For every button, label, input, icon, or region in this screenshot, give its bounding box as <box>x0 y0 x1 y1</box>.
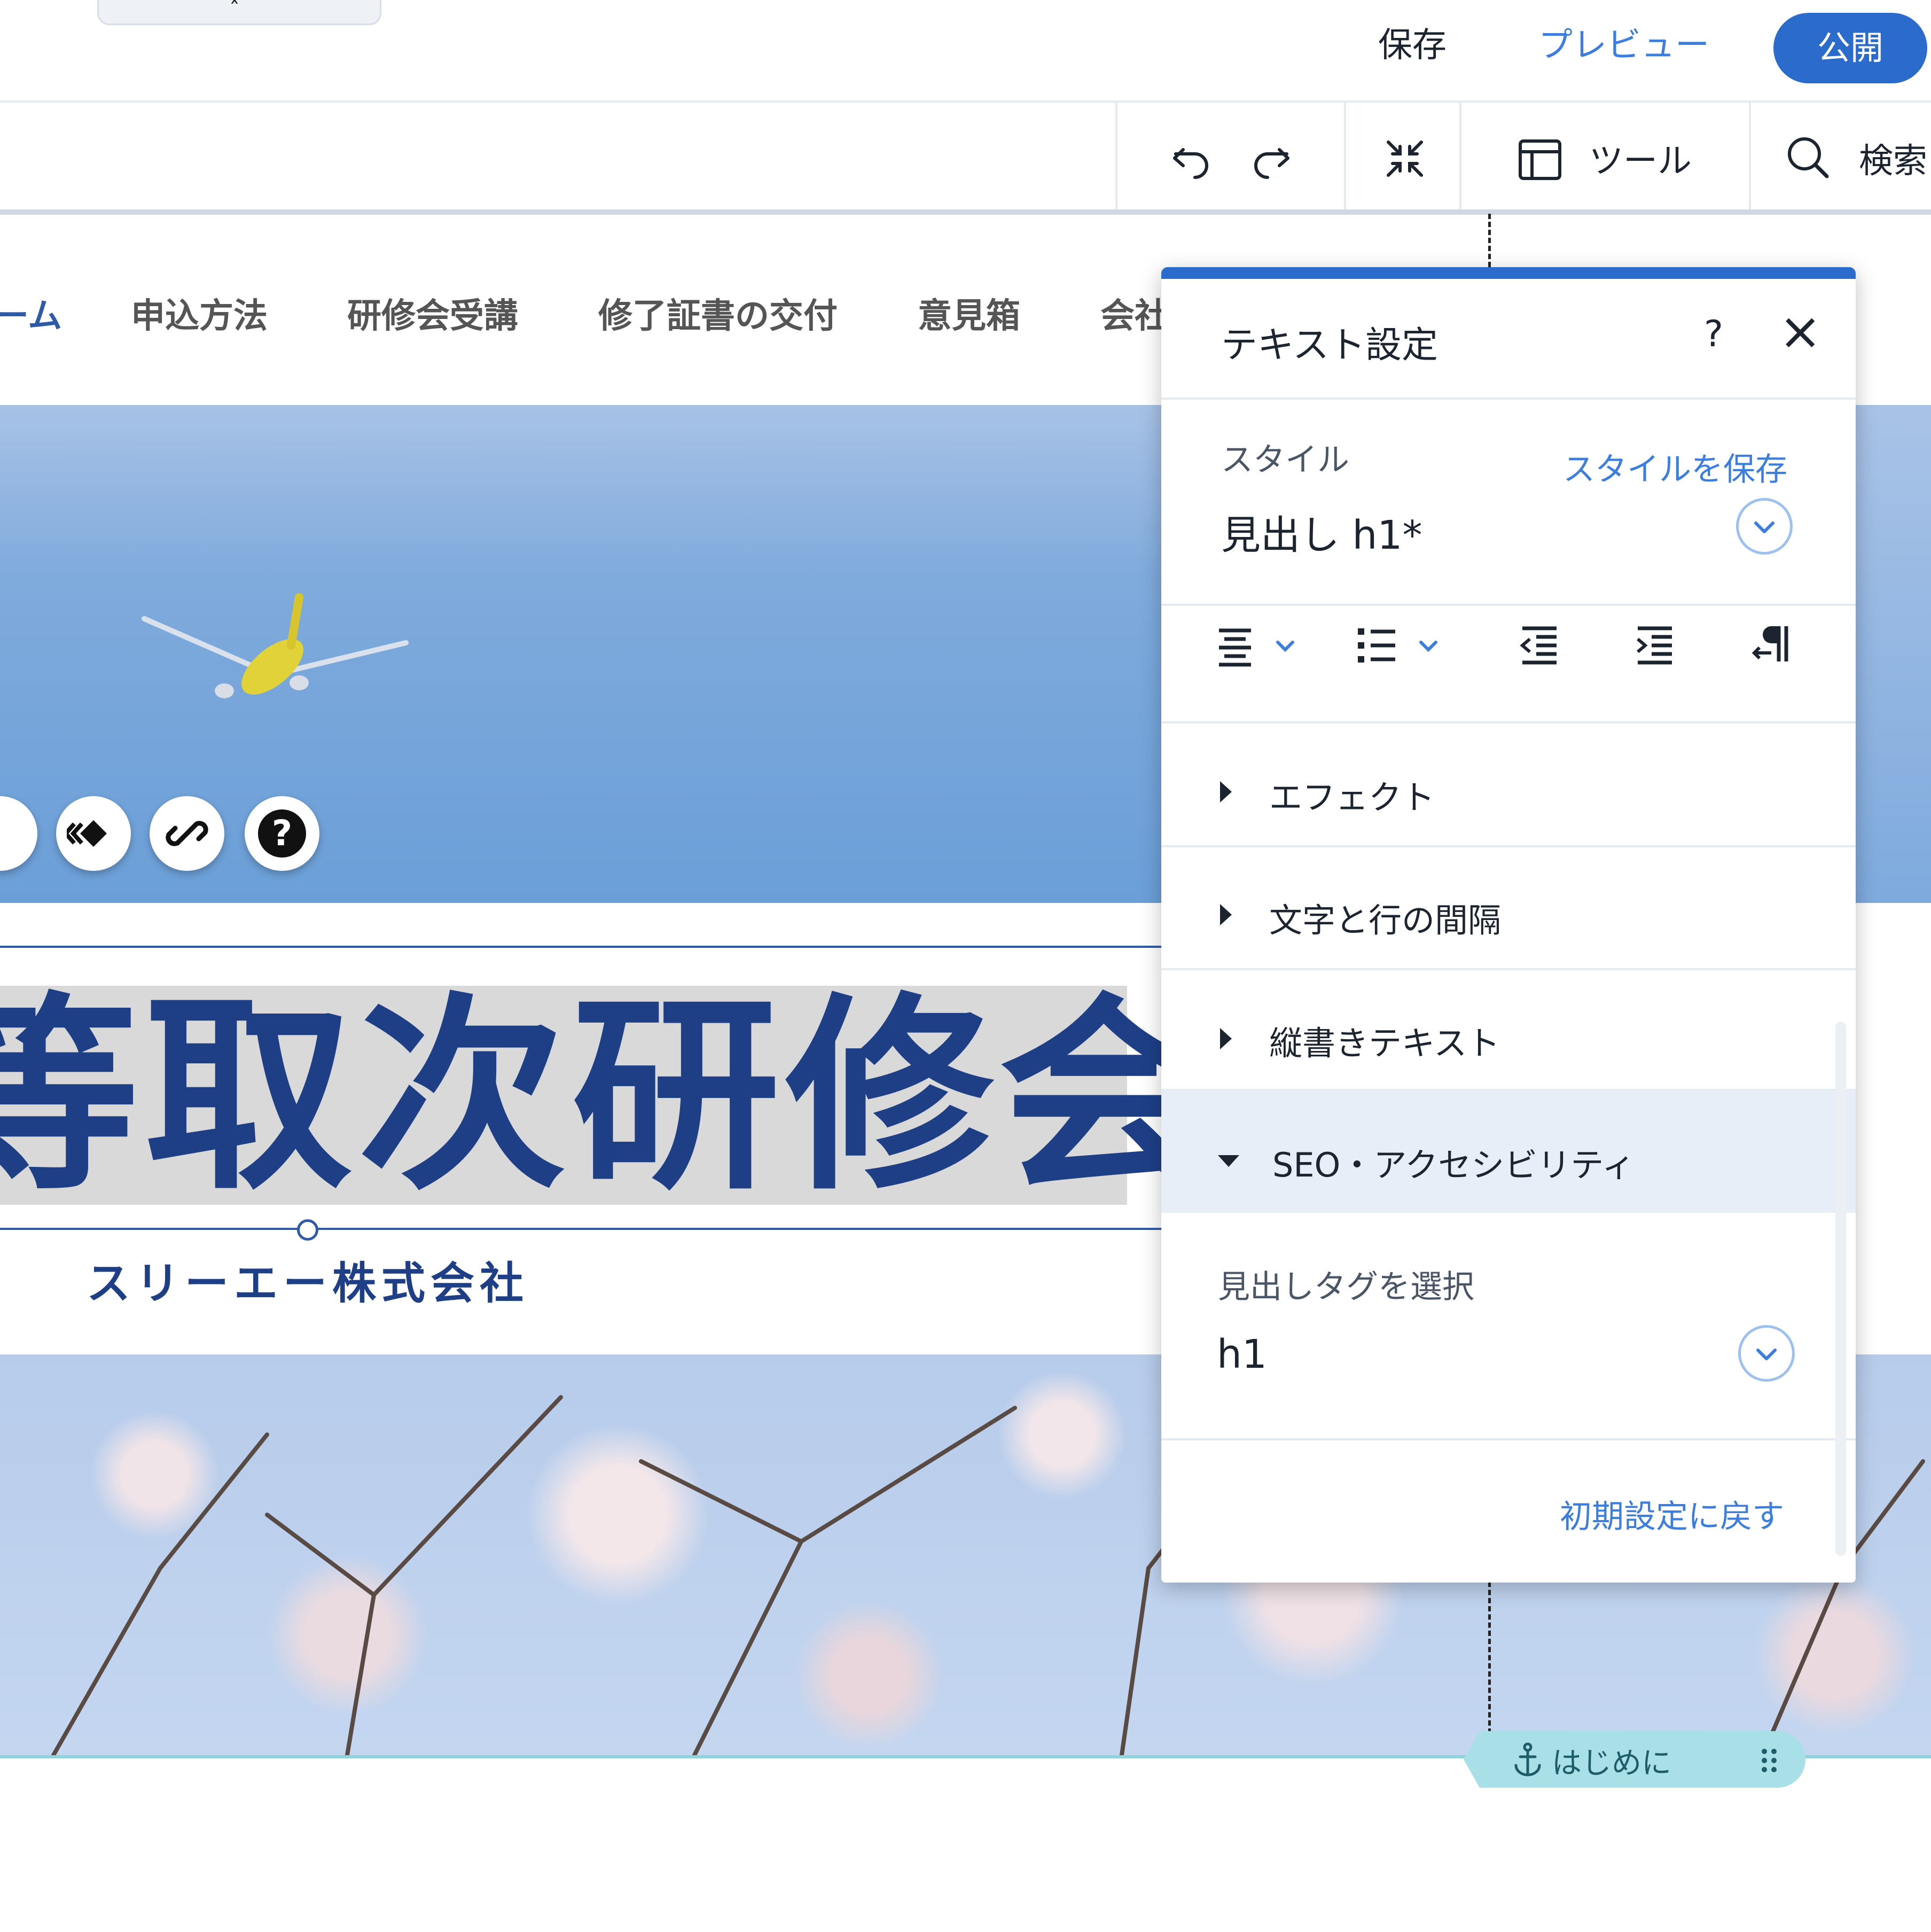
indent-icon[interactable] <box>1632 621 1680 669</box>
chevron-down-icon <box>1756 1349 1777 1360</box>
list-icon[interactable] <box>1355 621 1451 669</box>
reset-link[interactable]: 初期設定に戻す <box>1560 1491 1784 1537</box>
help-button[interactable]: ? <box>245 796 319 871</box>
editor-top-bar: ˆ 保存 プレビュー 公開 <box>0 0 1931 103</box>
section-effects[interactable]: エフェクト <box>1269 770 1435 819</box>
undo-icon[interactable] <box>1167 135 1215 183</box>
help-icon[interactable]: ? <box>1704 313 1723 355</box>
caret-down-icon <box>1218 1155 1239 1167</box>
chevron-up-icon: ˆ <box>229 0 240 22</box>
heading-tag-label: 見出しタグを選択 <box>1218 1268 1474 1306</box>
help-icon: ? <box>258 809 306 858</box>
panel-divider <box>1161 1438 1856 1440</box>
style-value[interactable]: 見出し h1* <box>1221 503 1422 560</box>
nav-item-company[interactable]: 会社 <box>1100 289 1169 338</box>
rtl-paragraph-icon[interactable] <box>1748 621 1796 669</box>
airplane-image <box>142 593 409 698</box>
panel-divider <box>1161 604 1856 606</box>
chevron-down-icon <box>1754 521 1774 533</box>
section-tag-label: はじめに <box>1552 1746 1671 1781</box>
page-subtitle[interactable]: スリーエー株式会社 <box>87 1248 529 1311</box>
caret-right-icon <box>1220 1028 1232 1049</box>
nav-item-certificate[interactable]: 修了証書の交付 <box>598 289 838 338</box>
search-button[interactable]: 検索 <box>1859 134 1927 183</box>
anchor-icon <box>1514 1742 1541 1777</box>
tools-menu[interactable]: ツール <box>1589 134 1692 183</box>
resize-handle[interactable] <box>297 1219 318 1241</box>
nav-item-training[interactable]: 研修会受講 <box>347 289 518 338</box>
section-tag-notch <box>1464 1731 1480 1788</box>
align-icon[interactable] <box>1215 621 1311 669</box>
publish-button[interactable]: 公開 <box>1773 13 1927 83</box>
divider-line <box>0 946 1162 948</box>
guide-line <box>1488 214 1491 267</box>
layout-panel-icon[interactable] <box>1516 136 1564 184</box>
float-tool-button[interactable] <box>0 796 37 871</box>
panel-divider <box>1161 721 1856 723</box>
panel-divider <box>1161 845 1856 847</box>
nav-item-apply[interactable]: 申込方法 <box>131 289 268 338</box>
editor-toolbar: ツール 検索 <box>0 103 1931 215</box>
panel-title: テキスト設定 <box>1221 324 1438 367</box>
collapse-icon[interactable] <box>1381 135 1429 183</box>
panel-divider <box>1161 398 1856 400</box>
animation-button[interactable] <box>56 796 131 871</box>
preview-button[interactable]: プレビュー <box>1538 21 1709 69</box>
link-button[interactable] <box>150 796 224 871</box>
heading-tag-value[interactable]: h1 <box>1217 1331 1267 1377</box>
toolbar-divider <box>1115 103 1117 209</box>
style-label: スタイル <box>1221 441 1349 479</box>
hero-sky-image-right <box>1854 405 1931 903</box>
animation-icon <box>67 820 107 847</box>
section-spacing[interactable]: 文字と行の間隔 <box>1269 893 1501 941</box>
style-dropdown[interactable] <box>1736 498 1793 555</box>
save-style-link[interactable]: スタイルを保存 <box>1563 443 1787 490</box>
heading-tag-dropdown[interactable] <box>1738 1325 1795 1382</box>
nav-item-feedback[interactable]: 意見箱 <box>918 289 1020 338</box>
close-icon[interactable]: × <box>1779 306 1821 357</box>
caret-right-icon <box>1220 781 1232 803</box>
section-seo[interactable]: SEO・アクセシビリティ <box>1272 1138 1635 1186</box>
pull-tab[interactable]: ˆ <box>97 0 381 25</box>
toolbar-divider <box>1749 103 1751 209</box>
text-settings-panel: テキスト設定 ? × スタイル スタイルを保存 見出し h1* エフェクト 文字… <box>1161 267 1856 1583</box>
save-button[interactable]: 保存 <box>1378 21 1447 69</box>
section-vertical-text[interactable]: 縦書きテキスト <box>1269 1016 1500 1064</box>
panel-divider <box>1161 968 1856 970</box>
caret-right-icon <box>1220 904 1232 925</box>
toolbar-divider <box>1459 103 1461 209</box>
page-title[interactable]: 等取次研修会 <box>0 983 1213 1208</box>
link-icon <box>166 821 208 846</box>
outdent-icon[interactable] <box>1517 621 1565 669</box>
guide-line <box>1488 1573 1491 1734</box>
drag-handle-icon[interactable] <box>1760 1747 1779 1774</box>
divider-line <box>0 1228 1162 1230</box>
search-icon[interactable] <box>1784 134 1832 182</box>
redo-icon[interactable] <box>1247 135 1295 183</box>
panel-scrollbar[interactable] <box>1835 1022 1846 1556</box>
nav-item-home[interactable]: ーム <box>0 289 62 338</box>
toolbar-divider <box>1344 103 1346 209</box>
